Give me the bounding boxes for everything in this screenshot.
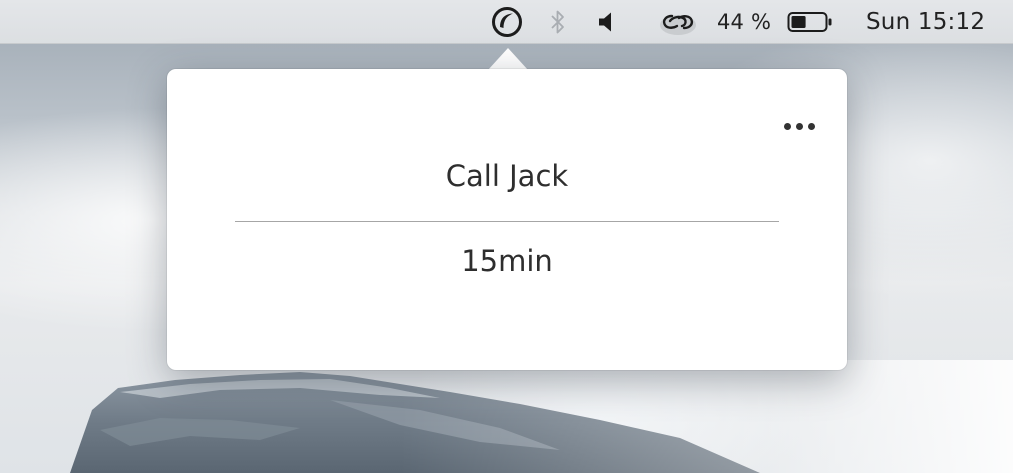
more-options-button[interactable]: [777, 113, 821, 139]
battery-icon[interactable]: [786, 0, 834, 44]
task-title: Call Jack: [445, 159, 569, 193]
battery-level-fill: [791, 16, 806, 28]
task-duration: 15min: [461, 244, 553, 278]
battery-percentage: 44 %: [717, 0, 783, 44]
clock[interactable]: Sun 15:12: [866, 0, 1002, 44]
divider: [235, 221, 779, 222]
timer-app-icon[interactable]: [489, 0, 525, 44]
volume-icon[interactable]: [594, 0, 620, 44]
bluetooth-icon[interactable]: [544, 0, 572, 44]
desktop: 44 % Sun 15:12 Call Jack 15min: [0, 0, 1013, 473]
menu-bar: 44 % Sun 15:12: [0, 0, 1013, 44]
battery-percent-label: 44 %: [717, 10, 772, 34]
clock-label: Sun 15:12: [866, 9, 986, 35]
volume-icon-glyph: [599, 12, 611, 32]
task-popover: Call Jack 15min: [167, 69, 847, 370]
ellipsis-icon: [807, 122, 815, 130]
ellipsis-icon: [783, 122, 791, 130]
bluetooth-icon-glyph: [551, 10, 564, 34]
popover-arrow: [488, 48, 528, 70]
timer-app-icon-glyph: [492, 7, 522, 37]
battery-icon-glyph: [787, 12, 832, 32]
linked-rings-icon-glyph: [660, 14, 696, 35]
ellipsis-icon: [795, 122, 803, 130]
linked-rings-icon[interactable]: [657, 0, 699, 44]
